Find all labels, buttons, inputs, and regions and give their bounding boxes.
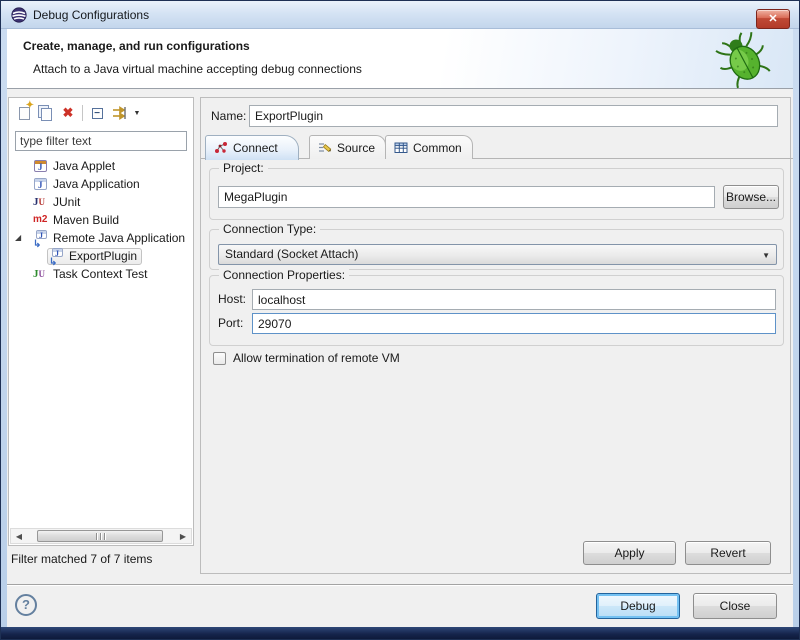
tree-item-exportplugin[interactable]: J↳ ExportPlugin <box>9 247 193 265</box>
tree-item-label: Task Context Test <box>53 267 148 281</box>
config-editor-panel: Name: ExportPlugin Connect Source <box>200 97 791 574</box>
tree-item-task-context-test[interactable]: JU Task Context Test <box>9 265 193 283</box>
help-icon[interactable]: ? <box>15 594 37 616</box>
titlebar[interactable]: Debug Configurations ✕ <box>1 1 800 29</box>
grip <box>100 533 101 540</box>
expand-twisty-icon[interactable]: ◢ <box>15 229 25 247</box>
connection-type-value: Standard (Socket Attach) <box>225 247 358 261</box>
port-label: Port: <box>218 316 243 330</box>
tab-source[interactable]: Source <box>309 135 386 159</box>
tree-item-java-application[interactable]: J Java Application <box>9 175 193 193</box>
maven-icon: m2 <box>33 212 49 228</box>
tree-item-remote-java-application[interactable]: ◢ J↳ Remote Java Application <box>9 229 193 247</box>
project-input[interactable]: MegaPlugin <box>218 186 715 208</box>
java-application-icon: J <box>33 176 49 192</box>
connection-properties-group: Connection Properties: Host: localhost P… <box>209 275 784 346</box>
port-input[interactable]: 29070 <box>252 313 776 334</box>
grip <box>96 533 97 540</box>
tab-common-label: Common <box>413 141 462 155</box>
connection-type-group: Connection Type: Standard (Socket Attach… <box>209 229 784 270</box>
chevron-down-icon: ▼ <box>762 251 770 260</box>
allow-termination-label: Allow termination of remote VM <box>233 351 400 365</box>
name-label: Name: <box>211 109 246 123</box>
horizontal-scrollbar[interactable]: ◀ ▶ <box>10 528 192 544</box>
window-title: Debug Configurations <box>33 8 149 22</box>
launch-config-sidebar: ✦ ✖ − <box>8 97 194 546</box>
tree-item-label: Maven Build <box>53 213 119 227</box>
tree-item-label: ExportPlugin <box>69 249 137 263</box>
window-frame-left <box>1 29 7 627</box>
dropdown-arrow-icon[interactable]: ▼ <box>130 102 144 124</box>
sidebar-toolbar: ✦ ✖ − <box>13 101 144 125</box>
tab-bar: Connect Source Common <box>205 135 785 159</box>
filter-arrows-glyph <box>111 105 127 121</box>
close-icon[interactable]: ✕ <box>756 9 790 29</box>
collapse-all-icon[interactable]: − <box>86 102 108 124</box>
filter-status: Filter matched 7 of 7 items <box>11 552 152 566</box>
tree-item-label: JUnit <box>53 195 80 209</box>
new-config-icon[interactable]: ✦ <box>13 102 35 124</box>
tab-connect[interactable]: Connect <box>205 135 299 160</box>
toolbar-separator <box>82 105 83 121</box>
tab-common[interactable]: Common <box>385 135 473 159</box>
tab-connect-label: Connect <box>233 141 278 155</box>
connection-type-select[interactable]: Standard (Socket Attach) ▼ <box>218 244 777 265</box>
host-label: Host: <box>218 292 246 306</box>
header-title: Create, manage, and run configurations <box>23 39 250 53</box>
page-front-glyph <box>41 108 52 121</box>
allow-termination-checkbox[interactable] <box>213 352 226 365</box>
browse-button[interactable]: Browse... <box>723 185 779 209</box>
close-button[interactable]: Close <box>693 593 777 619</box>
scroll-right-icon[interactable]: ▶ <box>175 532 191 541</box>
name-input[interactable]: ExportPlugin <box>249 105 778 127</box>
tree-item-label: Java Application <box>53 177 140 191</box>
remote-java-icon: J↳ <box>49 248 65 264</box>
project-group-label: Project: <box>219 161 268 175</box>
header-subtitle: Attach to a Java virtual machine accepti… <box>33 62 362 76</box>
allow-termination-row: Allow termination of remote VM <box>213 351 400 365</box>
plus-star-glyph: ✦ <box>26 100 34 111</box>
minus-box-glyph: − <box>92 108 103 119</box>
tree-item-maven-build[interactable]: m2 Maven Build <box>9 211 193 229</box>
remote-java-icon: J↳ <box>33 230 49 246</box>
duplicate-icon[interactable] <box>35 102 57 124</box>
eclipse-icon <box>11 7 27 23</box>
java-applet-icon: J <box>33 158 49 174</box>
connection-type-label: Connection Type: <box>219 222 320 236</box>
filter-icon[interactable] <box>108 102 130 124</box>
tree-item-label: Remote Java Application <box>53 231 185 245</box>
connect-icon <box>214 141 228 155</box>
apply-button[interactable]: Apply <box>583 541 676 565</box>
junit-icon: JU <box>33 194 49 210</box>
tree-item-label: Java Applet <box>53 159 115 173</box>
tab-source-label: Source <box>337 141 375 155</box>
caret-glyph: ▼ <box>134 110 141 117</box>
bug-icon <box>713 31 775 89</box>
host-input[interactable]: localhost <box>252 289 776 310</box>
red-x-glyph: ✖ <box>63 105 74 121</box>
scroll-left-icon[interactable]: ◀ <box>11 532 27 541</box>
project-group: Project: MegaPlugin Browse... <box>209 168 784 220</box>
tree-item-junit[interactable]: JU JUnit <box>9 193 193 211</box>
common-icon <box>394 141 408 155</box>
source-icon <box>318 141 332 155</box>
tree-item-java-applet[interactable]: J Java Applet <box>9 157 193 175</box>
task-context-icon: JU <box>33 266 49 282</box>
debug-configurations-dialog: Debug Configurations ✕ Create, manage, a… <box>0 0 800 640</box>
window-frame-right <box>793 29 799 627</box>
delete-icon[interactable]: ✖ <box>57 102 79 124</box>
debug-button[interactable]: Debug <box>596 593 680 619</box>
scrollbar-thumb[interactable] <box>37 530 163 542</box>
footer-separator <box>7 584 793 586</box>
dialog-header: Create, manage, and run configurations A… <box>7 29 795 89</box>
launch-config-tree: J Java Applet J Java Application JU JUnit m2 Ma… <box>9 157 193 527</box>
revert-button[interactable]: Revert <box>685 541 771 565</box>
connection-properties-label: Connection Properties: <box>219 268 349 282</box>
grip <box>104 533 105 540</box>
filter-input[interactable]: type filter text <box>15 131 187 151</box>
window-frame-bottom <box>1 627 799 639</box>
